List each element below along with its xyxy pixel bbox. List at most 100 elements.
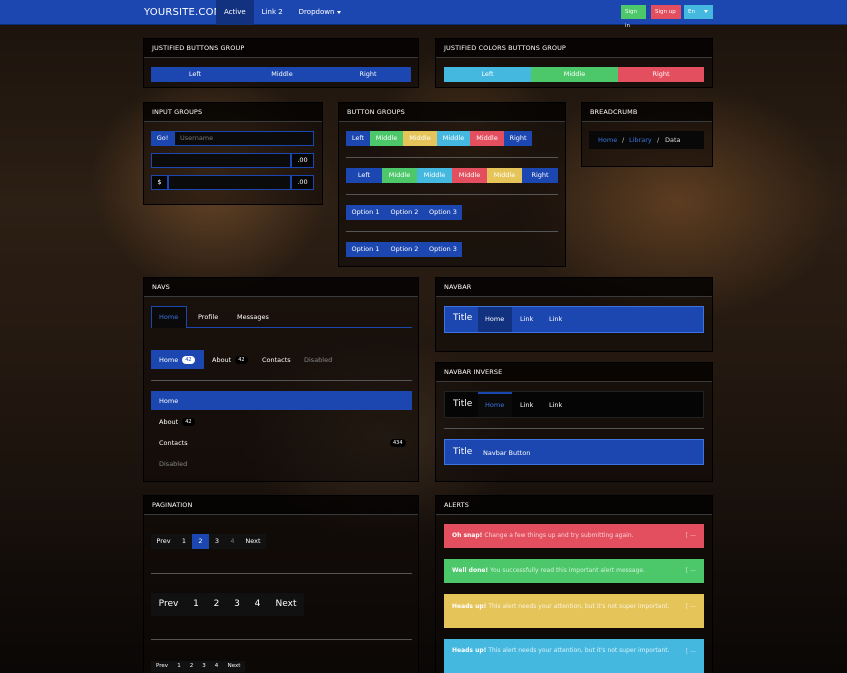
pagination-lg-page[interactable]: 4 — [247, 593, 268, 616]
option-3-button[interactable]: Option 3 — [424, 242, 462, 257]
group2-middle-button[interactable]: Middle — [487, 168, 522, 183]
nav-item-link-2[interactable]: Link 2 — [254, 0, 291, 25]
pagination-sm-prev[interactable]: Prev — [151, 661, 173, 672]
panel-title: JUSTIFIED COLORS BUTTONS GROUP — [436, 39, 712, 58]
justified-left-button[interactable]: Left — [151, 67, 239, 82]
nav-item-active[interactable]: Active — [216, 0, 254, 25]
go-button[interactable]: Go! — [151, 131, 174, 146]
pagination-page[interactable]: 3 — [209, 534, 225, 549]
group1-middle-button[interactable]: Middle — [403, 131, 437, 146]
pagination-lg-prev[interactable]: Prev — [151, 593, 186, 616]
close-icon[interactable]: [ — — [686, 602, 696, 612]
price-input[interactable] — [168, 175, 291, 190]
group1-middle-button[interactable]: Middle — [470, 131, 504, 146]
badge: 434 — [390, 439, 406, 447]
sign-up-button[interactable]: Sign up — [651, 5, 681, 19]
option-1-button[interactable]: Option 1 — [346, 205, 385, 220]
stacked-item-home[interactable] — [151, 391, 412, 410]
group2-right-button[interactable]: Right — [522, 168, 558, 183]
pagination-sm-page[interactable]: 2 — [185, 661, 198, 672]
pagination-page[interactable]: 1 — [176, 534, 192, 549]
divider — [151, 573, 412, 574]
dropdown-label: Dropdown — [298, 8, 335, 16]
panel-title: INPUT GROUPS — [144, 103, 322, 122]
panel-title: NAVBAR INVERSE — [436, 363, 712, 382]
pagination-lg-page[interactable]: 1 — [186, 593, 206, 616]
pagination-sm-page[interactable]: 4 — [210, 661, 223, 672]
username-input[interactable]: Username — [174, 131, 314, 146]
demo-navbar-brand[interactable]: Title — [453, 313, 472, 323]
group1-right-button[interactable]: Right — [504, 131, 532, 146]
pagination-lg-page[interactable]: 2 — [206, 593, 227, 616]
stacked-item-contacts[interactable]: Contacts — [159, 439, 188, 447]
option-2-button[interactable]: Option 2 — [385, 205, 424, 220]
tab-profile[interactable]: Profile — [198, 313, 218, 321]
alert-strong: Heads up! — [452, 647, 487, 654]
pagination-prev[interactable]: Prev — [151, 534, 176, 549]
pagination-lg-page[interactable]: 3 — [227, 593, 247, 616]
language-dropdown[interactable]: En — [684, 5, 713, 19]
navbar-button-brand[interactable]: Title — [453, 447, 472, 457]
group2-middle-button[interactable]: Middle — [452, 168, 487, 183]
group1-middle-button[interactable]: Middle — [437, 131, 470, 146]
inverse-navbar-link[interactable]: Link — [549, 401, 562, 409]
pagination-page-active[interactable]: 2 — [192, 534, 209, 549]
stacked-contacts-badge: 434 — [386, 439, 406, 447]
badge: 42 — [235, 356, 248, 364]
colors-left-button[interactable]: Left — [444, 67, 531, 82]
navbar-button[interactable]: Navbar Button — [483, 449, 530, 457]
breadcrumb-separator: / — [657, 136, 660, 144]
pill-about[interactable]: About 42 — [212, 356, 248, 364]
close-icon[interactable]: [ — — [686, 647, 696, 657]
group2-middle-button[interactable]: Middle — [382, 168, 417, 183]
breadcrumb-separator: / — [622, 136, 625, 144]
justified-middle-button[interactable]: Middle — [239, 67, 325, 82]
pill-label: Home — [159, 356, 179, 364]
option-2-button[interactable]: Option 2 — [385, 242, 424, 257]
justified-right-button[interactable]: Right — [325, 67, 411, 82]
colors-middle-button[interactable]: Middle — [531, 67, 618, 82]
demo-navbar-link[interactable]: Link — [549, 315, 562, 323]
badge: 42 — [182, 356, 195, 364]
decimal-addon: .00 — [291, 153, 314, 168]
pagination-sm-page[interactable]: 1 — [173, 661, 185, 672]
breadcrumb-library-link[interactable]: Library — [629, 136, 652, 144]
close-icon[interactable]: [ — — [686, 559, 696, 583]
inverse-navbar-brand[interactable]: Title — [453, 399, 472, 409]
panel-title: PAGINATION — [144, 496, 418, 515]
alert-danger: Oh snap! Change a few things up and try … — [444, 524, 704, 548]
sign-in-button[interactable]: Sign in — [621, 5, 646, 29]
demo-navbar-link[interactable]: Link — [520, 315, 533, 323]
pagination-sm-page[interactable]: 3 — [198, 661, 210, 672]
pagination-next[interactable]: Next — [240, 534, 266, 549]
top-nav: Active Link 2 Dropdown — [216, 0, 349, 25]
stacked-item-about[interactable]: About 42 — [159, 418, 195, 426]
pagination-sm-next[interactable]: Next — [223, 661, 245, 672]
alert-text: Change a few things up and try submittin… — [484, 532, 634, 539]
nav-item-dropdown[interactable]: Dropdown — [291, 0, 350, 25]
pill-disabled: Disabled — [304, 356, 333, 364]
group1-middle-button[interactable]: Middle — [370, 131, 403, 146]
group2-middle-button[interactable]: Middle — [417, 168, 452, 183]
caret-down-icon — [703, 10, 708, 13]
navbar-brand[interactable]: YOURSITE.COM — [144, 7, 222, 18]
group2-left-button[interactable]: Left — [346, 168, 382, 183]
group1-left-button[interactable]: Left — [346, 131, 370, 146]
pagination-lg-next[interactable]: Next — [268, 593, 304, 616]
close-icon[interactable]: [ — — [686, 524, 696, 548]
tab-messages[interactable]: Messages — [237, 313, 269, 321]
pill-home-label: Home 42 — [159, 356, 195, 364]
top-navbar: YOURSITE.COM Active Link 2 Dropdown Sign… — [0, 0, 847, 29]
breadcrumb-home-link[interactable]: Home — [598, 136, 617, 144]
colors-right-button[interactable]: Right — [618, 67, 704, 82]
tab-home-label: Home — [159, 313, 179, 321]
pill-contacts[interactable]: Contacts — [262, 356, 291, 364]
alert-strong: Heads up! — [452, 603, 487, 610]
amount-input[interactable] — [151, 153, 291, 168]
dollar-addon: $ — [151, 175, 168, 190]
panel-title: BUTTON GROUPS — [339, 103, 565, 122]
pill-label: About — [212, 356, 232, 364]
option-3-button[interactable]: Option 3 — [424, 205, 462, 220]
option-1-button[interactable]: Option 1 — [346, 242, 385, 257]
inverse-navbar-link[interactable]: Link — [520, 401, 533, 409]
